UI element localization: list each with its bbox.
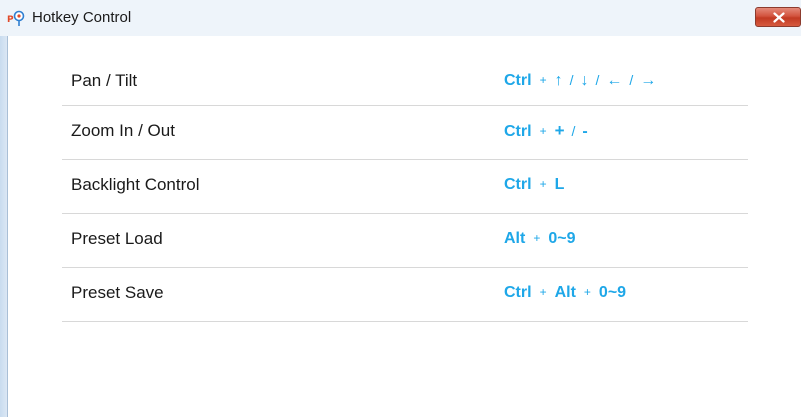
key-name: Ctrl [504, 71, 532, 89]
combo-plus: + [539, 123, 547, 138]
key-name: 0~9 [598, 283, 627, 301]
key-name: L [554, 175, 565, 193]
key-name: - [582, 122, 588, 140]
arrow-symbol: → [640, 71, 657, 89]
combo-separator: / [571, 122, 576, 139]
hotkey-row: Zoom In / Out Ctrl + + / - [62, 106, 748, 160]
combo-plus: + [539, 72, 547, 87]
hotkey-row: Pan / Tilt Ctrl + ↑ / ↓ / ← / → [62, 56, 748, 106]
hotkey-combo: Ctrl + ↑ / ↓ / ← / → [504, 72, 656, 90]
key-name: Ctrl [504, 283, 532, 301]
combo-separator: / [629, 71, 634, 88]
combo-plus: + [583, 284, 591, 299]
svg-text:P: P [7, 15, 14, 25]
window-frame-edge [0, 36, 7, 417]
hotkey-list: Pan / Tilt Ctrl + ↑ / ↓ / ← / → Zoom In / Out Ctrl +… [62, 56, 748, 322]
hotkey-action-label: Preset Save [71, 282, 164, 302]
hotkey-combo: Ctrl + L [504, 176, 564, 194]
close-button[interactable] [755, 7, 801, 27]
close-icon [773, 12, 785, 23]
key-name: Ctrl [504, 122, 532, 140]
arrow-symbol: ↑ [554, 71, 563, 89]
key-name: 0~9 [548, 229, 576, 247]
arrow-symbol: ← [606, 71, 623, 89]
combo-plus: + [539, 284, 547, 299]
window-title: Hotkey Control [32, 9, 132, 26]
hotkey-row: Preset Save Ctrl + Alt +0~9 [62, 268, 748, 322]
hotkey-action-label: Backlight Control [71, 174, 200, 194]
key-name: Alt [554, 283, 576, 301]
title-bar[interactable]: P Hotkey Control [0, 0, 801, 37]
combo-plus: + [539, 176, 547, 191]
app-logo-icon: P [7, 9, 25, 27]
combo-separator: / [569, 71, 574, 88]
hotkey-action-label: Zoom In / Out [71, 120, 175, 140]
arrow-symbol: ↓ [580, 71, 589, 89]
hotkey-row: Backlight Control Ctrl + L [62, 160, 748, 214]
hotkey-action-label: Pan / Tilt [71, 70, 138, 90]
hotkey-row: Preset Load Alt +0~9 [62, 214, 748, 268]
hotkey-action-label: Preset Load [71, 228, 163, 248]
hotkey-control-window: P Hotkey Control Pan / Tilt Ctrl + ↑ / ↓ / ← / → Z… [0, 0, 801, 417]
combo-plus: + [533, 230, 541, 245]
key-name: Ctrl [504, 175, 532, 193]
hotkey-combo: Ctrl + Alt +0~9 [504, 284, 626, 302]
hotkey-combo: Ctrl + + / - [504, 121, 588, 141]
key-name: + [554, 120, 565, 140]
combo-separator: / [595, 71, 600, 88]
key-name: Alt [504, 229, 526, 247]
hotkey-combo: Alt +0~9 [504, 230, 575, 248]
